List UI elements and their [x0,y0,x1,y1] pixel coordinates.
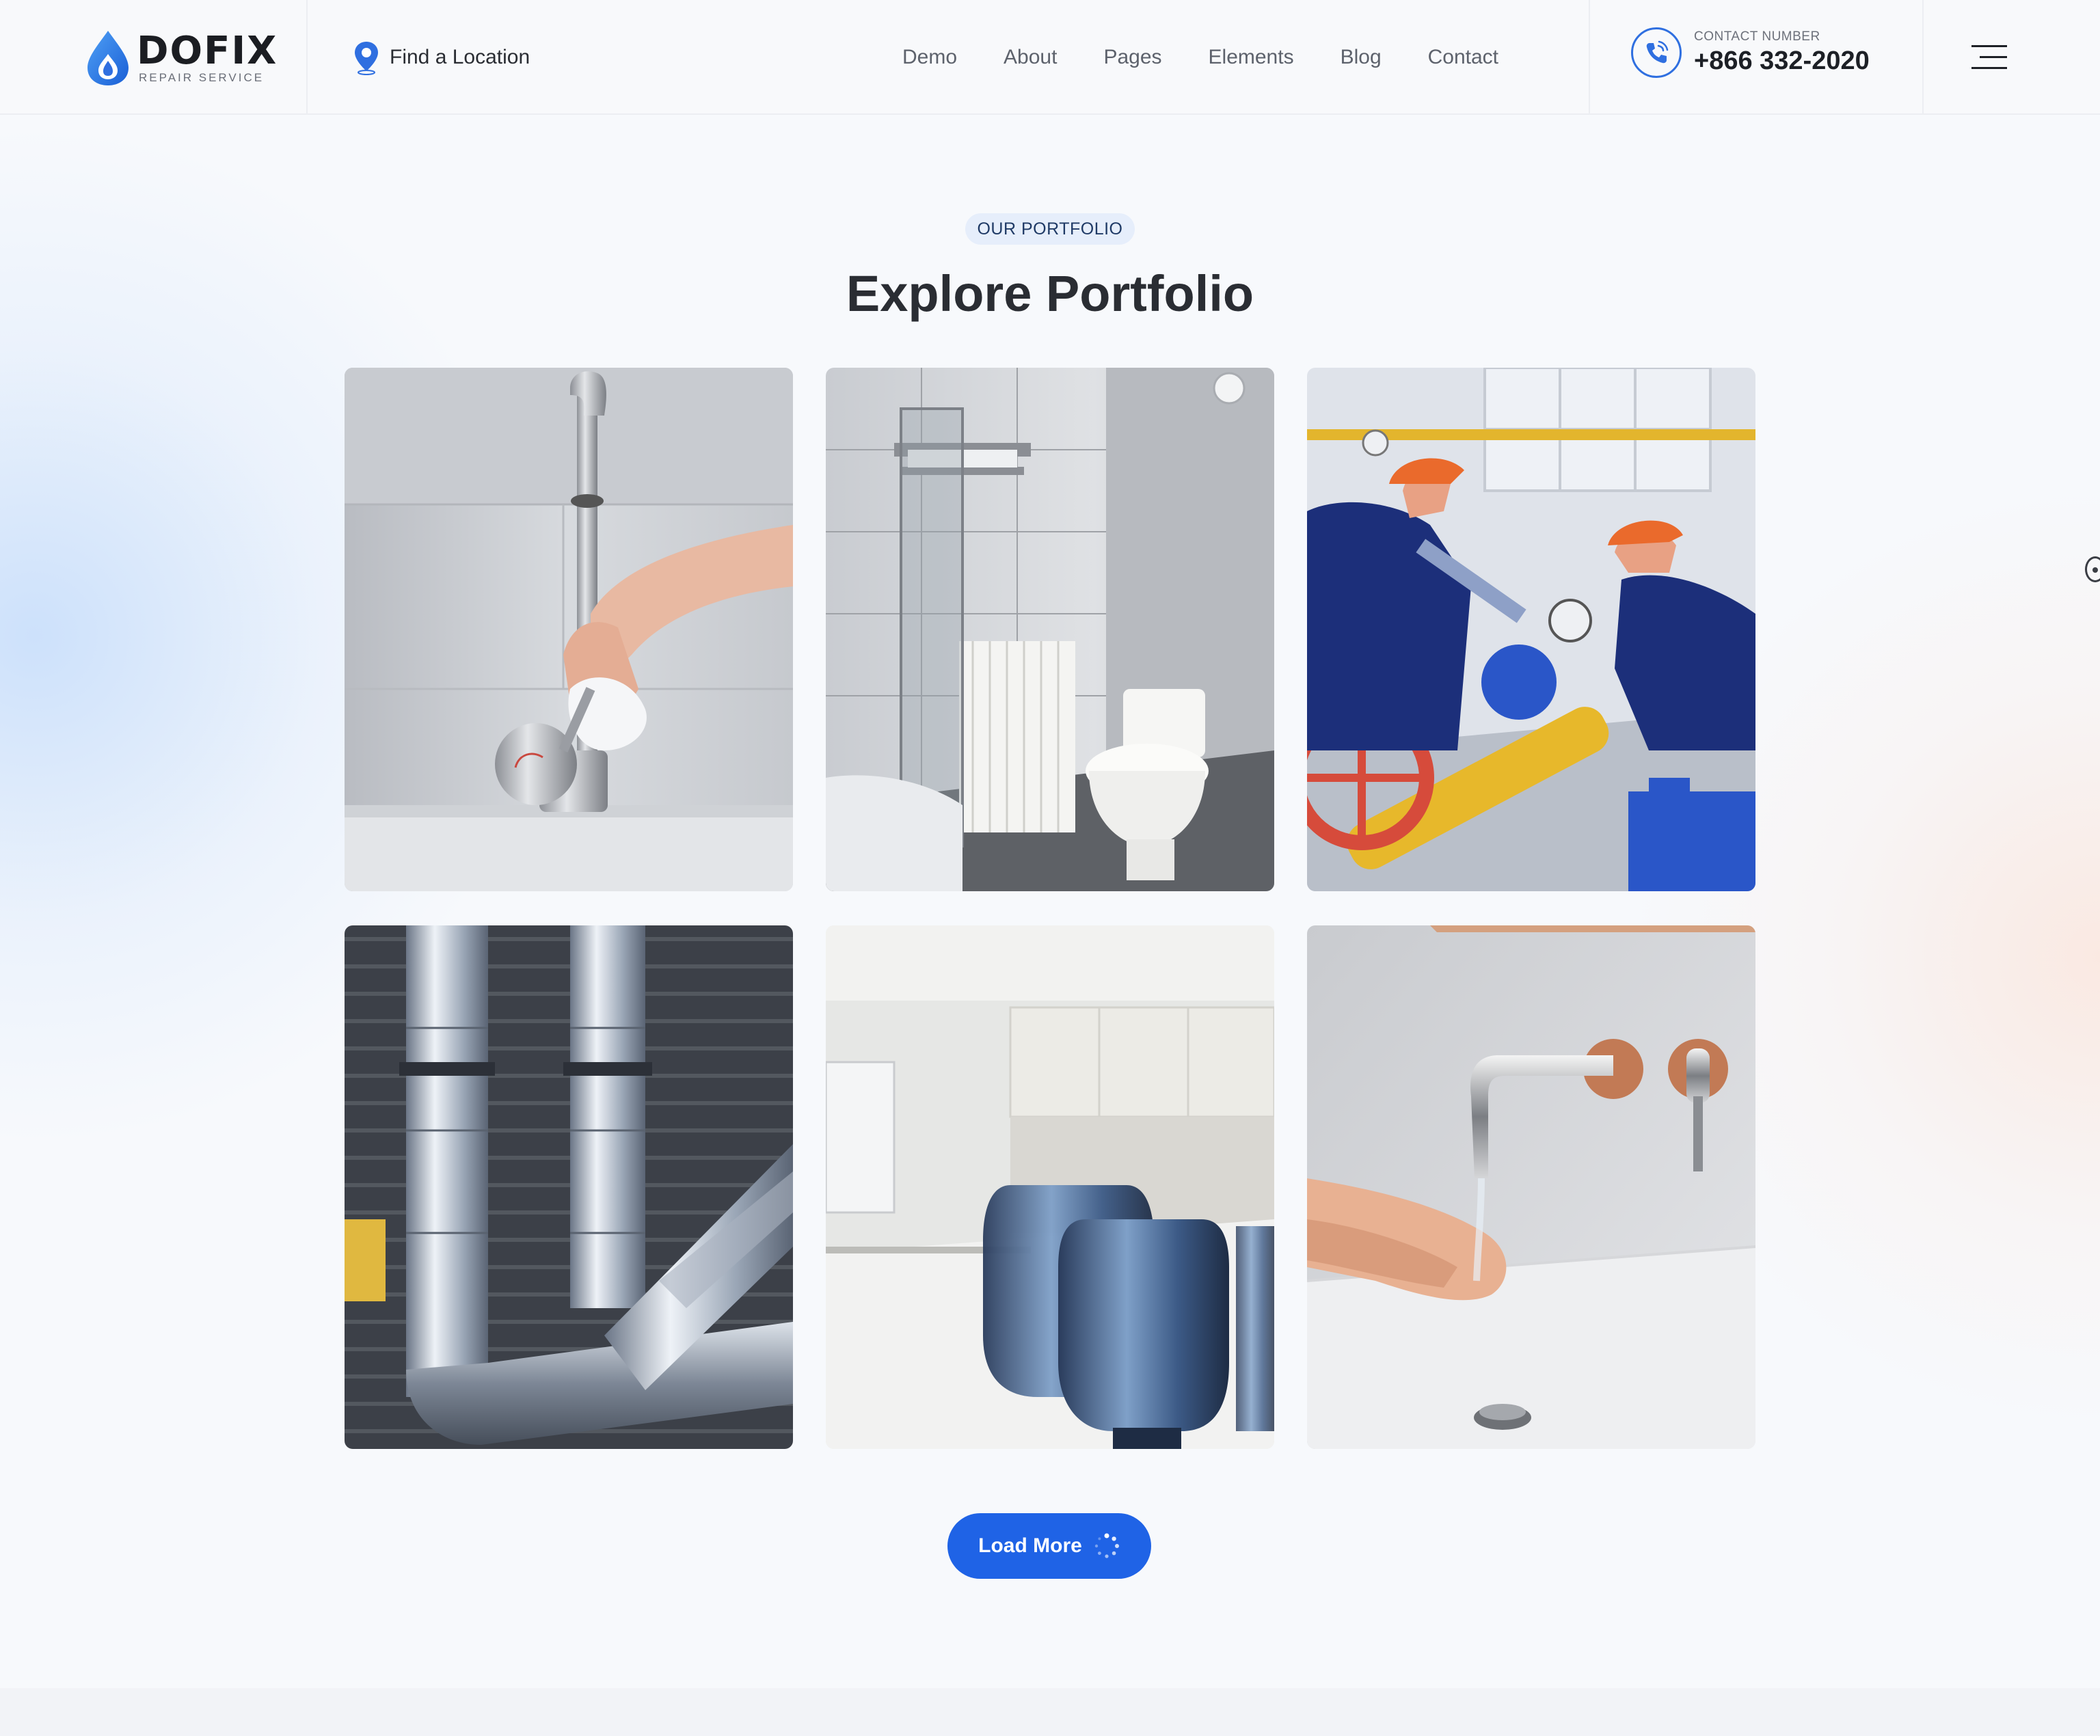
steel-ducts-photo [345,925,793,1449]
nav-item-blog[interactable]: Blog [1341,44,1382,71]
section-badge: OUR PORTFOLIO [965,213,1135,245]
nav-item-about[interactable]: About [1004,44,1057,71]
spinner-icon [1094,1533,1119,1558]
nav-item-demo[interactable]: Demo [902,44,957,71]
main-nav: Demo About Pages Elements Blog Contact [902,44,1545,71]
water-drop-icon [88,31,129,85]
contact-label: CONTACT NUMBER [1694,29,1820,44]
portfolio-item-hand-washing[interactable] [1307,925,1755,1449]
logo[interactable]: DOFIX REPAIR SERVICE [85,27,278,89]
header-divider [1922,0,1924,113]
section-title: Explore Portfolio [846,265,1254,322]
portfolio-item-pipeline[interactable] [1307,368,1755,891]
hamburger-menu-icon[interactable] [1971,44,2007,70]
hand-washing-photo [1307,925,1755,1449]
nav-item-elements[interactable]: Elements [1209,44,1294,71]
header-divider [1589,0,1590,113]
contact-phone: +866 332-2020 [1694,46,1870,75]
find-location-link[interactable]: Find a Location [351,40,530,75]
portfolio-item-ducts[interactable] [345,925,793,1449]
scroll-to-top-icon[interactable] [2085,556,2100,582]
site-header: DOFIX REPAIR SERVICE Find a Location Dem… [0,0,2100,115]
find-location-label: Find a Location [390,46,530,68]
load-more-label: Load More [978,1534,1082,1557]
water-jugs-kitchen-photo [826,925,1274,1449]
nav-item-pages[interactable]: Pages [1103,44,1161,71]
header-divider [306,0,308,113]
portfolio-item-water-jugs[interactable] [826,925,1274,1449]
faucet-cleaning-photo [345,368,793,891]
load-more-button[interactable]: Load More [947,1513,1151,1579]
contact-number-block[interactable]: CONTACT NUMBER +866 332-2020 [1631,27,1870,78]
portfolio-item-bathroom[interactable] [826,368,1274,891]
map-pin-icon [355,42,378,75]
brand-name: DOFIX [137,29,278,73]
nav-item-contact[interactable]: Contact [1428,44,1498,71]
pipeline-workers-photo [1307,368,1755,891]
page: DOFIX REPAIR SERVICE Find a Location Dem… [0,0,2100,1736]
bathroom-toilet-photo [826,368,1274,891]
brand-tagline: REPAIR SERVICE [139,71,265,84]
portfolio-item-faucet[interactable] [345,368,793,891]
next-section-edge [0,1688,2100,1736]
phone-ringing-icon [1631,27,1682,78]
